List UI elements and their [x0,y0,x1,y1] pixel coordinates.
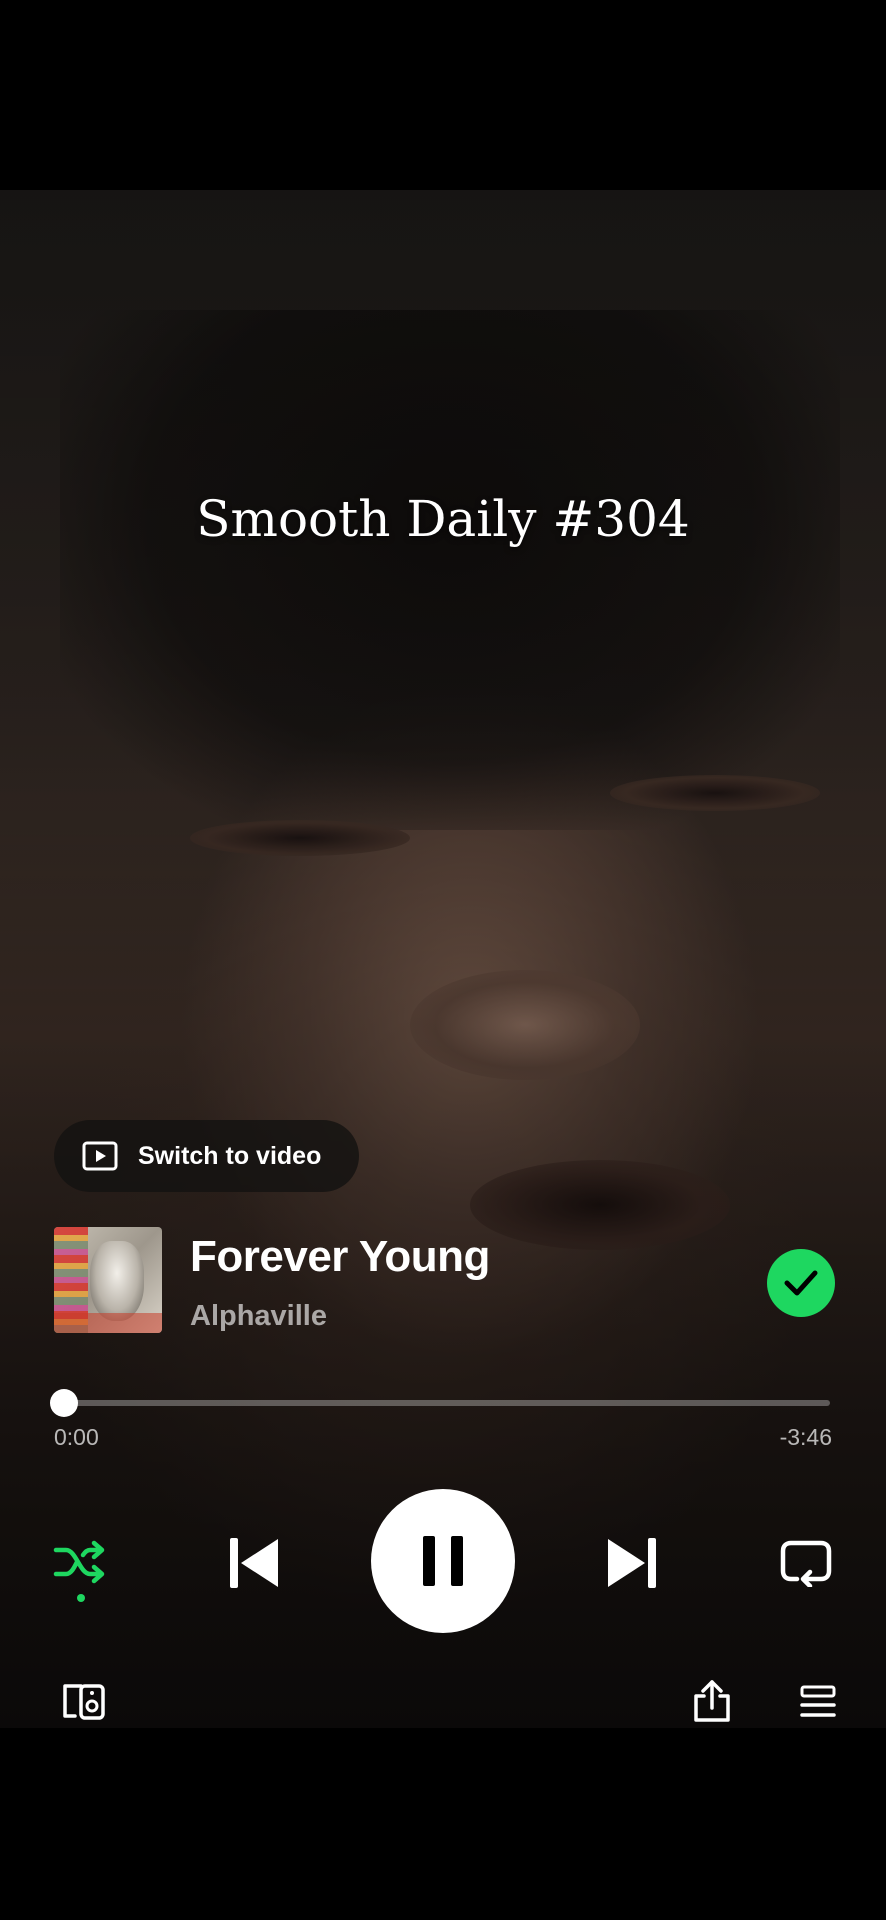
pause-button[interactable] [371,1489,515,1633]
repeat-button[interactable] [776,1534,836,1590]
remaining-time: -3:46 [779,1424,832,1450]
queue-button[interactable] [798,1682,838,1722]
queue-icon [800,1685,836,1717]
shuffle-active-dot [77,1594,85,1602]
progress-bar[interactable] [64,1400,830,1406]
shuffle-button[interactable] [48,1532,112,1592]
next-button[interactable] [600,1532,664,1594]
track-title[interactable]: Forever Young [190,1232,490,1282]
bottom-black-bar [0,1728,886,1920]
overlay-caption: Smooth Daily #304 [196,490,690,548]
check-icon [784,1270,818,1296]
switch-to-video-label: Switch to video [138,1141,322,1170]
elapsed-time: 0:00 [54,1424,99,1450]
connect-devices-icon [63,1684,105,1720]
album-art[interactable] [54,1227,162,1333]
skip-next-icon [608,1538,656,1588]
saved-check-button[interactable] [767,1249,835,1317]
connect-devices-button[interactable] [60,1680,108,1724]
progress-thumb[interactable] [50,1389,78,1417]
track-artist[interactable]: Alphaville [190,1300,327,1333]
top-black-bar [0,0,886,190]
shuffle-icon [53,1540,105,1584]
share-icon [694,1680,730,1722]
pause-icon [423,1536,463,1586]
previous-button[interactable] [222,1532,286,1594]
share-button[interactable] [690,1676,734,1726]
repeat-icon [780,1540,832,1587]
video-play-icon [82,1141,118,1171]
switch-to-video-button[interactable]: Switch to video [54,1120,359,1192]
skip-previous-icon [230,1538,278,1588]
